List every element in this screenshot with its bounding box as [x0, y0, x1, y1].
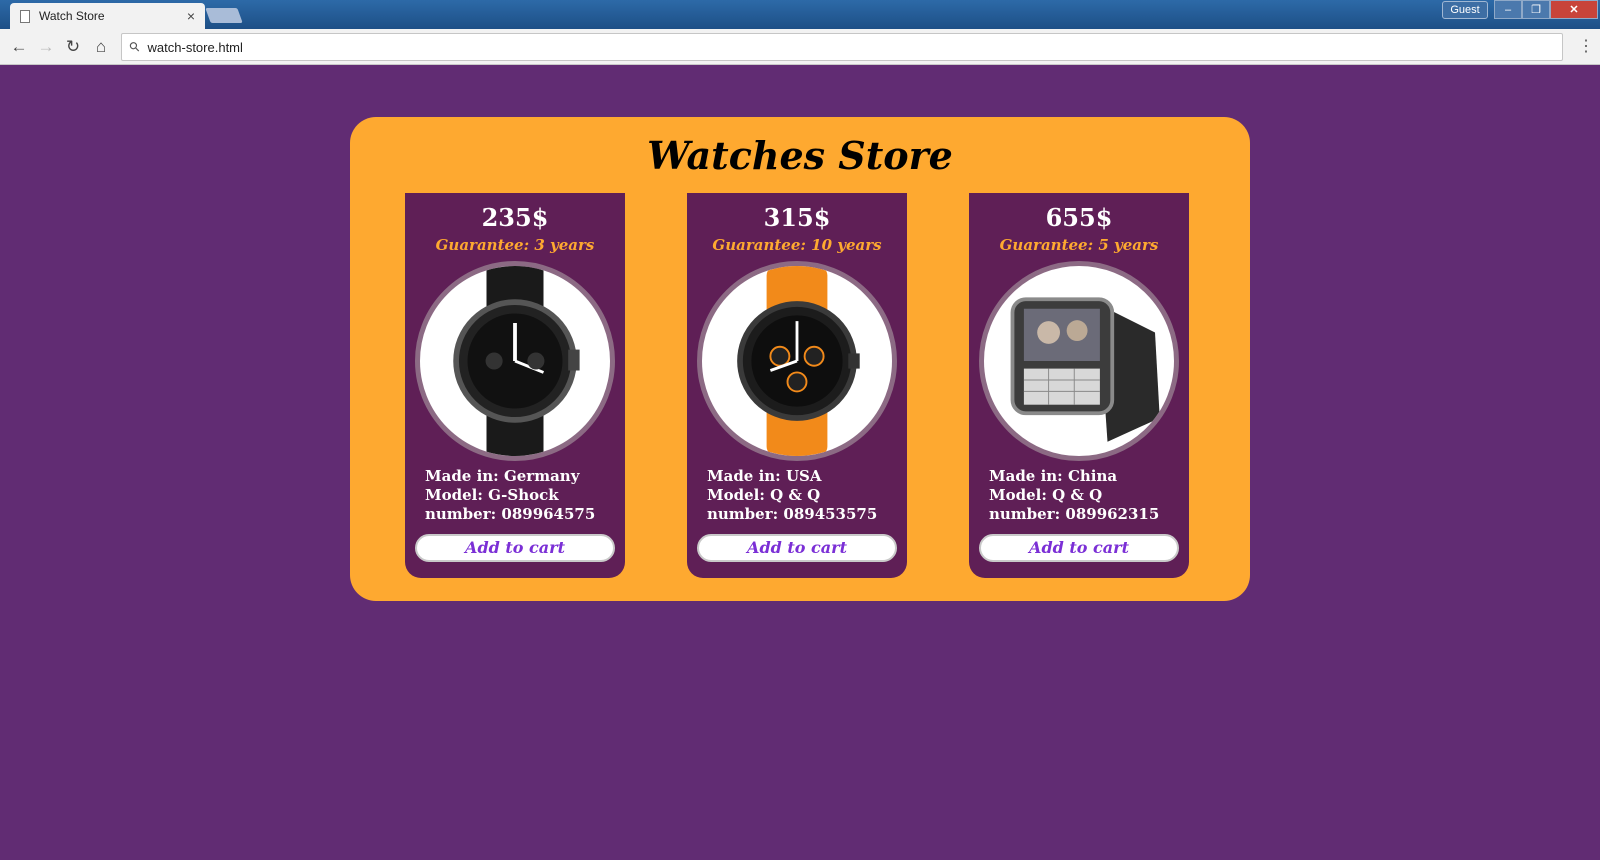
guarantee: Guarantee: 10 years	[712, 236, 882, 254]
window-close-icon[interactable]: ✕	[1550, 0, 1598, 19]
guest-badge[interactable]: Guest	[1442, 1, 1488, 19]
price: 315$	[763, 203, 831, 232]
model: Model: G-Shock	[425, 486, 559, 504]
search-icon: ⚲	[125, 37, 144, 56]
add-to-cart-button[interactable]: Add to cart	[697, 534, 897, 562]
made-in: Made in: USA	[707, 467, 822, 485]
menu-icon[interactable]: ⋮	[1578, 36, 1594, 56]
reload-icon[interactable]: ↻	[62, 36, 84, 58]
add-to-cart-button[interactable]: Add to cart	[415, 534, 615, 562]
number: number: 089962315	[989, 505, 1160, 523]
minimize-icon[interactable]: –	[1494, 0, 1522, 19]
guarantee: Guarantee: 5 years	[999, 236, 1159, 254]
doc-icon	[20, 9, 30, 23]
product-card: 315$ Guarantee: 10 years Made in: USA Mo…	[687, 193, 907, 578]
product-card: 655$ Guarantee: 5 years Made in: China M…	[969, 193, 1189, 578]
number: number: 089964575	[425, 505, 596, 523]
product-specs: Made in: USA Model: Q & Q number: 089453…	[707, 467, 903, 524]
title-bar: Watch Store × Guest – ❐ ✕	[0, 0, 1600, 29]
product-specs: Made in: China Model: Q & Q number: 0899…	[989, 467, 1185, 524]
price: 235$	[481, 203, 549, 232]
watch-image	[415, 261, 615, 461]
product-specs: Made in: Germany Model: G-Shock number: …	[425, 467, 621, 524]
forward-icon[interactable]: →	[35, 36, 57, 58]
price: 655$	[1045, 203, 1113, 232]
made-in: Made in: Germany	[425, 467, 580, 485]
tab-title: Watch Store	[39, 9, 105, 23]
number: number: 089453575	[707, 505, 878, 523]
watch-image	[979, 261, 1179, 461]
product-card: 235$ Guarantee: 3 years Made in: Germany…	[405, 193, 625, 578]
watch-image	[697, 261, 897, 461]
address-url[interactable]: watch-store.html	[148, 40, 243, 55]
made-in: Made in: China	[989, 467, 1118, 485]
model: Model: Q & Q	[707, 486, 821, 504]
guarantee: Guarantee: 3 years	[435, 236, 595, 254]
maximize-icon[interactable]: ❐	[1522, 0, 1550, 19]
browser-tab[interactable]: Watch Store ×	[10, 3, 205, 29]
close-icon[interactable]: ×	[187, 8, 195, 24]
home-icon[interactable]: ⌂	[90, 36, 112, 58]
store-panel: Watches Store 235$ Guarantee: 3 years Ma…	[350, 117, 1250, 601]
window-controls: – ❐ ✕	[1494, 0, 1598, 19]
model: Model: Q & Q	[989, 486, 1103, 504]
new-tab-button[interactable]	[205, 8, 243, 23]
address-bar[interactable]: ⚲ watch-store.html	[121, 33, 1563, 61]
add-to-cart-button[interactable]: Add to cart	[979, 534, 1179, 562]
browser-toolbar: ← → ↻ ⌂ ⚲ watch-store.html ⋮	[0, 29, 1600, 65]
page-title: Watches Store	[647, 133, 953, 178]
back-icon[interactable]: ←	[8, 36, 30, 58]
